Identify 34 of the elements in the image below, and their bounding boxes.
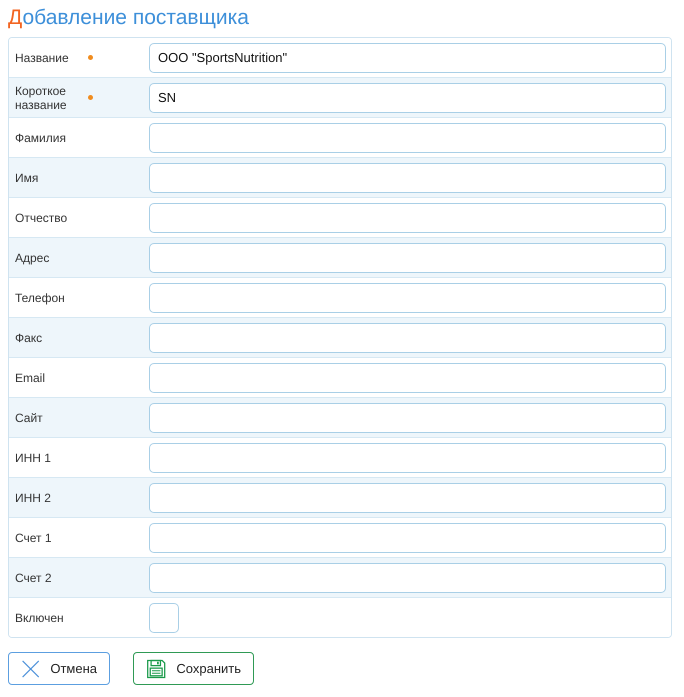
checkbox[interactable]	[149, 602, 179, 632]
field-label: ИНН 2	[15, 490, 52, 504]
text-field[interactable]	[149, 562, 666, 592]
text-field[interactable]	[149, 122, 666, 152]
text-field[interactable]: SN	[149, 82, 666, 112]
field-label: Включен	[15, 610, 65, 624]
field-label: Имя	[15, 170, 40, 184]
text-field[interactable]	[149, 442, 666, 472]
text-field[interactable]	[149, 162, 666, 192]
field-label: Сайт	[15, 410, 44, 424]
text-field[interactable]	[149, 522, 666, 552]
field-label: Фамилия	[15, 130, 67, 144]
field-label: Счет 1	[15, 530, 53, 544]
text-field[interactable]	[149, 482, 666, 512]
text-field[interactable]	[149, 242, 666, 272]
field-label: Счет 2	[15, 570, 53, 584]
cancel-button[interactable]: Отмена	[8, 652, 110, 685]
field-label: Отчество	[15, 210, 68, 224]
field-label: ИНН 1	[15, 450, 52, 464]
text-field[interactable]	[149, 402, 666, 432]
save-button[interactable]: Сохранить	[133, 652, 254, 685]
field-label: Факс	[15, 330, 44, 344]
page-title: Добавление поставщика	[8, 5, 250, 31]
field-label: Короткое название	[15, 84, 68, 112]
field-label: Адрес	[15, 250, 50, 264]
field-label: Телефон	[15, 290, 66, 304]
text-field[interactable]	[149, 362, 666, 392]
text-field[interactable]: ООО "SportsNutrition"	[149, 42, 666, 72]
text-field[interactable]	[149, 282, 666, 312]
field-label: Название	[15, 50, 70, 64]
field-label: Email	[15, 370, 46, 384]
text-field[interactable]	[149, 202, 666, 232]
close-icon	[21, 658, 40, 680]
text-field[interactable]	[149, 322, 666, 352]
